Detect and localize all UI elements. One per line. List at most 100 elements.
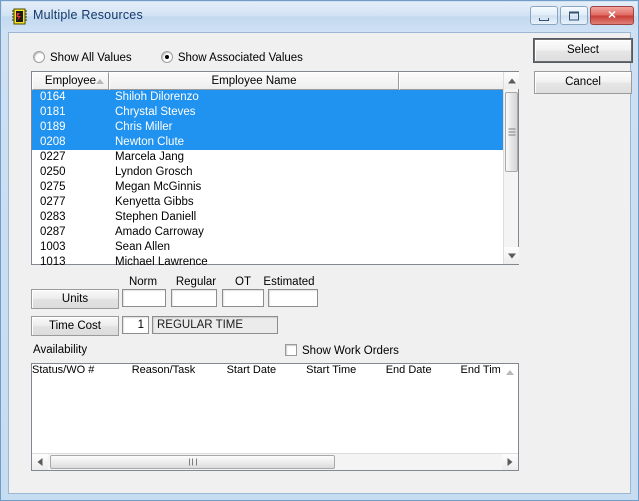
column-header-employee-name[interactable]: Employee Name [109, 72, 399, 90]
chevron-down-icon [507, 253, 516, 258]
table-row[interactable]: 0275 Megan McGinnis [32, 180, 505, 195]
employee-name-cell: Chrystal Steves [115, 106, 196, 118]
title-bar: Multiple Resources ✕ [2, 2, 637, 32]
radio-show-all-values[interactable]: Show All Values [33, 51, 132, 64]
cancel-button[interactable]: Cancel [534, 71, 632, 94]
sort-ascending-icon [96, 79, 104, 84]
employee-name-cell: Michael Lawrence [115, 256, 208, 265]
checkbox-icon [285, 344, 297, 356]
units-regular-field[interactable] [171, 289, 217, 307]
column-header-blank[interactable] [399, 72, 504, 90]
column-header-end-date-label: End Date [385, 364, 432, 376]
chevron-left-icon [37, 458, 43, 466]
horizontal-scroll-thumb[interactable] [50, 455, 335, 469]
column-header-employee-label: Employee [44, 75, 97, 87]
radio-icon [160, 51, 173, 63]
employee-list-panel: Employee Employee Name 0164 Shiloh Dilore… [31, 71, 519, 265]
maximize-button[interactable] [560, 6, 588, 25]
scroll-left-button[interactable] [32, 454, 48, 470]
availability-panel: Status/WO # Reason/Task Start Date Start Ti… [31, 363, 519, 471]
column-header-employee[interactable]: Employee [32, 72, 109, 90]
minimize-icon [539, 17, 549, 21]
table-row[interactable]: 1013 Michael Lawrence [32, 255, 505, 265]
employee-id-cell: 0283 [40, 211, 66, 223]
radio-icon [33, 51, 45, 63]
radio-show-all-values-label: Show All Values [50, 52, 132, 64]
column-header-end-date[interactable]: End Date [386, 364, 461, 382]
select-button[interactable]: Select [533, 38, 633, 63]
column-header-status-wo-label: Status/WO # [32, 364, 95, 376]
availability-label: Availability [33, 344, 88, 356]
time-cost-code-field[interactable]: 1 [122, 316, 149, 334]
column-header-status-wo[interactable]: Status/WO # [32, 364, 514, 382]
employee-name-cell: Lyndon Grosch [115, 166, 193, 178]
column-header-reason-task[interactable]: Reason/Task [132, 364, 227, 382]
show-work-orders-checkbox[interactable]: Show Work Orders [285, 344, 399, 357]
window-title: Multiple Resources [33, 8, 143, 22]
label-ot: OT [235, 276, 251, 288]
minimize-button[interactable] [530, 6, 558, 25]
table-row[interactable]: 0208 Newton Clute [32, 135, 505, 150]
column-header-start-date[interactable]: Start Date [227, 364, 307, 382]
table-row[interactable]: 0189 Chris Miller [32, 120, 505, 135]
units-norm-field[interactable] [122, 289, 166, 307]
scroll-down-button[interactable] [504, 247, 519, 264]
table-row[interactable]: 0277 Kenyetta Gibbs [32, 195, 505, 210]
employee-name-cell: Sean Allen [115, 241, 170, 253]
employee-name-cell: Kenyetta Gibbs [115, 196, 194, 208]
employee-list-rows[interactable]: 0164 Shiloh Dilorenzo 0181 Chrystal Steves 0… [32, 90, 505, 265]
label-estimated: Estimated [263, 276, 315, 288]
employee-name-cell: Amado Carroway [115, 226, 204, 238]
employee-name-cell: Marcela Jang [115, 151, 185, 163]
employee-list-vertical-scrollbar[interactable] [503, 72, 519, 264]
availability-rows[interactable] [32, 382, 518, 453]
employee-id-cell: 0277 [40, 196, 66, 208]
close-icon: ✕ [607, 9, 617, 21]
table-row[interactable]: 0181 Chrystal Steves [32, 105, 505, 120]
maximize-icon [569, 11, 579, 20]
employee-name-cell: Shiloh Dilorenzo [115, 91, 199, 103]
table-row[interactable]: 1003 Sean Allen [32, 240, 505, 255]
chevron-right-icon [507, 458, 513, 466]
column-header-employee-name-label: Employee Name [211, 75, 297, 87]
employee-id-cell: 0227 [40, 151, 66, 163]
grip-icon [188, 458, 197, 466]
employee-id-cell: 0181 [40, 106, 66, 118]
window-controls: ✕ [530, 6, 634, 25]
close-button[interactable]: ✕ [590, 6, 634, 25]
sort-ascending-icon [506, 370, 514, 375]
show-work-orders-label: Show Work Orders [302, 345, 399, 357]
vertical-scroll-thumb[interactable] [505, 92, 518, 172]
dialog-window: Multiple Resources ✕ Show All Values Sho… [0, 0, 639, 501]
table-row[interactable]: 0164 Shiloh Dilorenzo [32, 90, 505, 105]
time-cost-button[interactable]: Time Cost [31, 316, 119, 336]
column-header-start-date-label: Start Date [226, 364, 277, 376]
radio-show-associated-values[interactable]: Show Associated Values [160, 51, 303, 64]
chevron-up-icon [507, 78, 516, 83]
table-row[interactable]: 0250 Lyndon Grosch [32, 165, 505, 180]
column-header-start-time[interactable]: Start Time [306, 364, 386, 382]
table-row[interactable]: 0287 Amado Carroway [32, 225, 505, 240]
employee-id-cell: 0189 [40, 121, 66, 133]
employee-id-cell: 1003 [40, 241, 66, 253]
scroll-right-button[interactable] [502, 454, 518, 470]
units-button[interactable]: Units [31, 289, 119, 309]
employee-id-cell: 0250 [40, 166, 66, 178]
scroll-up-button[interactable] [504, 72, 519, 89]
availability-header: Status/WO # Reason/Task Start Date Start Ti… [32, 364, 518, 382]
label-norm: Norm [128, 276, 158, 288]
units-estimated-field[interactable] [268, 289, 318, 307]
availability-horizontal-scrollbar[interactable] [32, 453, 518, 470]
label-regular: Regular [175, 276, 217, 288]
value-scope-options: Show All Values Show Associated Values [33, 51, 329, 64]
table-row[interactable]: 0227 Marcela Jang [32, 150, 505, 165]
employee-id-cell: 0287 [40, 226, 66, 238]
radio-show-associated-values-label: Show Associated Values [177, 52, 303, 64]
employee-id-cell: 0275 [40, 181, 66, 193]
resource-chip-icon [11, 8, 28, 25]
employee-name-cell: Megan McGinnis [115, 181, 202, 193]
table-row[interactable]: 0283 Stephen Daniell [32, 210, 505, 225]
employee-id-cell: 1013 [40, 256, 66, 265]
units-ot-field[interactable] [222, 289, 264, 307]
column-header-start-time-label: Start Time [306, 364, 357, 376]
